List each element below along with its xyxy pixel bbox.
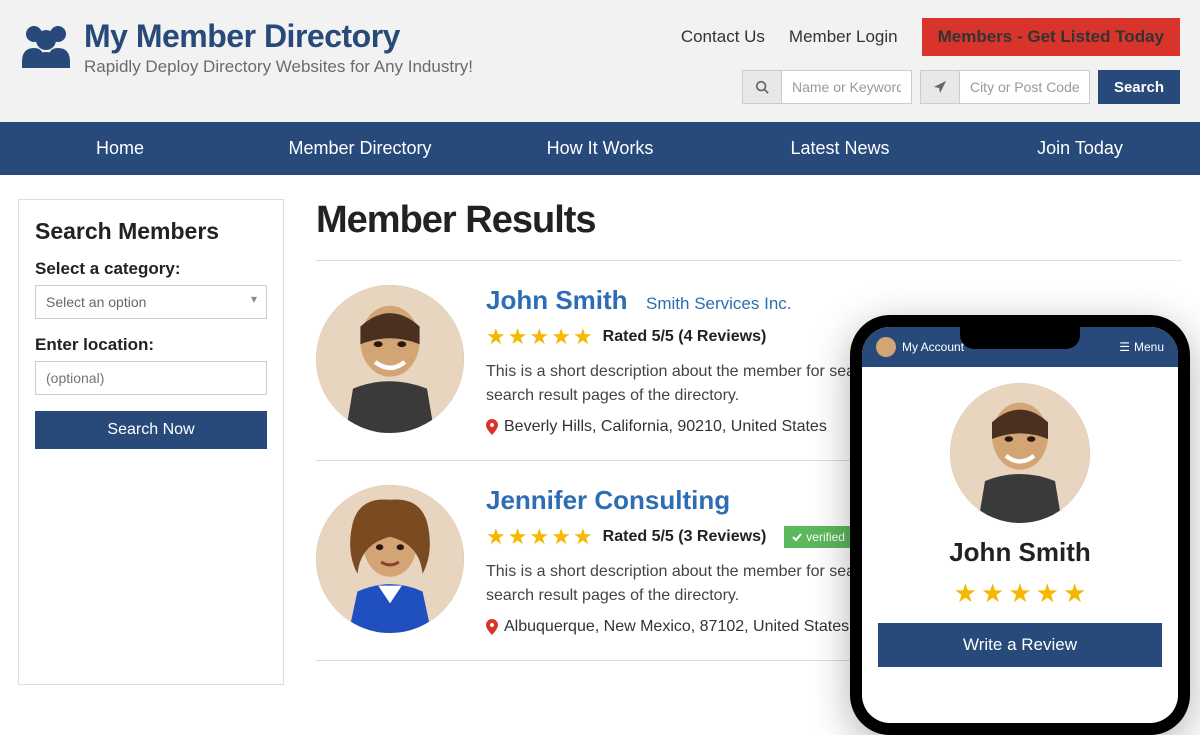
phone-account-link[interactable]: My Account (876, 337, 964, 357)
location-input[interactable] (35, 361, 267, 395)
star-icon: ★ (529, 524, 549, 550)
nav-directory[interactable]: Member Directory (240, 122, 480, 175)
search-now-button[interactable]: Search Now (35, 411, 267, 449)
search-button[interactable]: Search (1098, 70, 1180, 104)
pin-icon (486, 419, 498, 435)
phone-menu-button[interactable]: ☰ Menu (1119, 340, 1164, 354)
write-review-button[interactable]: Write a Review (878, 623, 1162, 667)
page-title: Member Results (316, 199, 1182, 242)
check-icon (792, 532, 802, 542)
member-name-link[interactable]: Jennifer Consulting (486, 485, 730, 515)
phone-profile-avatar[interactable] (950, 383, 1090, 523)
site-title: My Member Directory (84, 18, 473, 55)
hamburger-icon: ☰ (1119, 340, 1130, 354)
star-icon: ★ (1063, 578, 1086, 609)
login-link[interactable]: Member Login (789, 27, 898, 47)
location-search-input[interactable] (960, 70, 1090, 104)
divider (316, 260, 1182, 261)
location-text: Beverly Hills, California, 90210, United… (504, 418, 827, 436)
main-nav: Home Member Directory How It Works Lates… (0, 122, 1200, 175)
phone-notch (960, 327, 1080, 349)
star-icon: ★ (573, 324, 593, 350)
search-sidebar: Search Members Select a category: Select… (18, 199, 284, 685)
rating-text: Rated 5/5 (4 Reviews) (603, 328, 767, 346)
tagline: Rapidly Deploy Directory Websites for An… (84, 57, 473, 77)
avatar[interactable] (316, 485, 464, 633)
location-icon (920, 70, 960, 104)
phone-profile-name: John Smith (878, 537, 1162, 568)
logo-area: My Member Directory Rapidly Deploy Direc… (20, 18, 473, 77)
star-rating: ★★★★★ (486, 524, 593, 550)
star-icon: ★ (551, 524, 571, 550)
verified-badge: verified (784, 526, 853, 548)
nav-how[interactable]: How It Works (480, 122, 720, 175)
star-icon: ★ (1036, 578, 1059, 609)
phone-star-rating: ★★★★★ (878, 578, 1162, 609)
star-rating: ★★★★★ (486, 324, 593, 350)
search-icon (742, 70, 782, 104)
star-icon: ★ (573, 524, 593, 550)
contact-link[interactable]: Contact Us (681, 27, 765, 47)
star-icon: ★ (508, 324, 528, 350)
avatar-icon (876, 337, 896, 357)
star-icon: ★ (486, 324, 506, 350)
users-icon (20, 22, 72, 70)
star-icon: ★ (529, 324, 549, 350)
star-icon: ★ (486, 524, 506, 550)
member-name-link[interactable]: John Smith (486, 285, 628, 315)
category-label: Select a category: (35, 259, 267, 279)
location-text: Albuquerque, New Mexico, 87102, United S… (504, 618, 849, 636)
star-icon: ★ (551, 324, 571, 350)
star-icon: ★ (981, 578, 1004, 609)
category-select[interactable]: Select an option (35, 285, 267, 319)
company-link[interactable]: Smith Services Inc. (646, 294, 792, 313)
star-icon: ★ (508, 524, 528, 550)
sidebar-title: Search Members (35, 218, 267, 245)
star-icon: ★ (954, 578, 977, 609)
avatar[interactable] (316, 285, 464, 433)
nav-home[interactable]: Home (0, 122, 240, 175)
phone-mockup: My Account ☰ Menu John Smith ★★★★★ Write… (850, 315, 1190, 735)
nav-news[interactable]: Latest News (720, 122, 960, 175)
nav-join[interactable]: Join Today (960, 122, 1200, 175)
star-icon: ★ (1008, 578, 1031, 609)
cta-button[interactable]: Members - Get Listed Today (922, 18, 1180, 56)
location-label: Enter location: (35, 335, 267, 355)
name-search-input[interactable] (782, 70, 912, 104)
rating-text: Rated 5/5 (3 Reviews) (603, 528, 767, 546)
pin-icon (486, 619, 498, 635)
